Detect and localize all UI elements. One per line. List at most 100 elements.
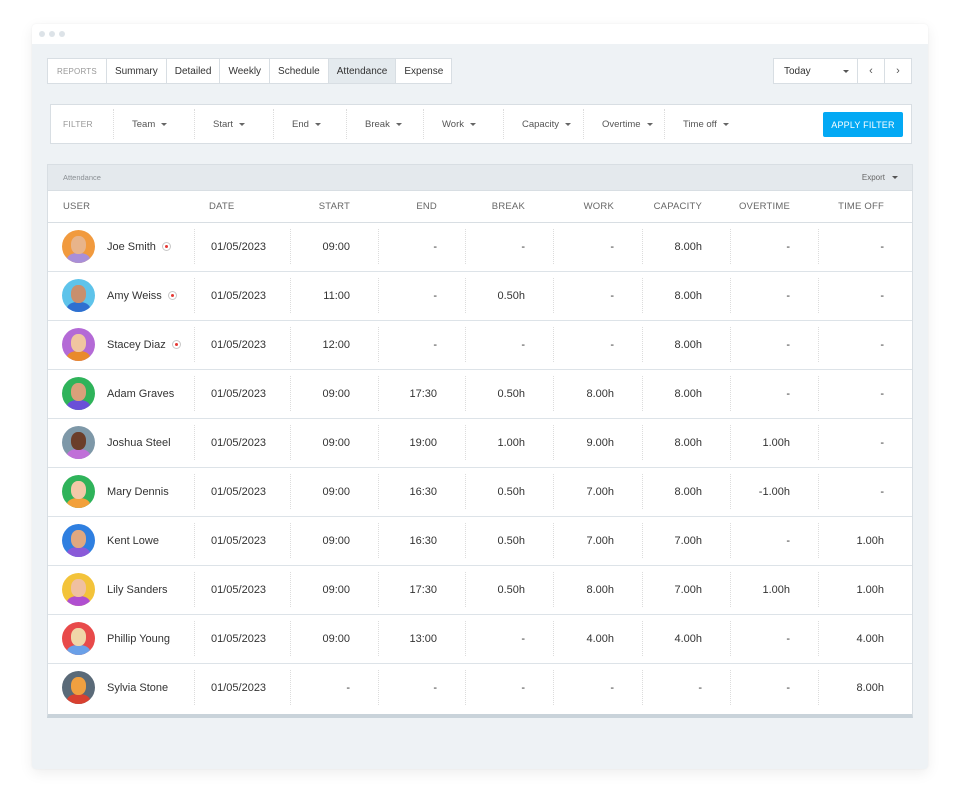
table-row[interactable]: Lily Sanders 01/05/2023 09:00 17:30 0.50h 8.… [48,565,912,615]
date-cell: 01/05/2023 [194,327,290,362]
user-name[interactable]: Joe Smith [107,241,171,253]
break-cell: 0.50h [465,376,553,411]
caret-down-icon [314,122,321,126]
user-name[interactable]: Adam Graves [107,388,174,400]
user-cell: Joshua Steel [48,425,194,460]
chevron-right-icon: › [896,65,900,77]
table-row[interactable]: Amy Weiss 01/05/2023 11:00-0.50h -8.00h - - [48,271,912,321]
date-cell: 01/05/2023 [194,523,290,558]
column-header-capacity[interactable]: CAPACITY [642,191,730,223]
card-header: Attendance Export [48,165,912,191]
tab-summary[interactable]: Summary [105,59,166,83]
user-name[interactable]: Joshua Steel [107,437,171,449]
time-off-cell: - [818,425,912,460]
column-header-start[interactable]: START [290,191,378,223]
capacity-cell: 8.00h [642,327,730,362]
caret-down-icon [564,122,571,126]
work-cell: 4.00h [553,621,642,656]
overtime-cell: -1.00h [730,474,818,509]
tab-schedule[interactable]: Schedule [269,59,328,83]
tab-attendance[interactable]: Attendance [327,59,396,83]
user-name[interactable]: Lily Sanders [107,584,168,596]
avatar-face-shape [71,285,86,303]
end-cell: - [378,278,465,313]
filter-work[interactable]: Work [423,109,503,139]
user-cell: Stacey Diaz [48,327,194,362]
avatar [62,230,95,263]
column-header-work[interactable]: WORK [553,191,642,223]
user-cell: Lily Sanders [48,572,194,607]
time-off-cell: 4.00h [818,621,912,656]
tab-detailed[interactable]: Detailed [165,59,220,83]
work-cell: 8.00h [553,376,642,411]
avatar-body-shape [67,449,90,459]
filter-time-off[interactable]: Time off [664,109,754,139]
avatar-face-shape [71,579,86,597]
break-cell: - [465,327,553,362]
column-header-break[interactable]: BREAK [465,191,553,223]
filter-work-label: Work [442,118,464,130]
user-name[interactable]: Amy Weiss [107,290,177,302]
break-cell: 0.50h [465,278,553,313]
next-period-button[interactable]: › [884,59,911,83]
table-row[interactable]: Phillip Young 01/05/2023 09:00 13:00-4.00h… [48,614,912,664]
user-name-text: Joshua Steel [107,436,171,449]
previous-period-button[interactable]: ‹ [857,59,884,83]
avatar [62,671,95,705]
time-off-cell: - [818,376,912,411]
table-row[interactable]: Sylvia Stone 01/05/2023- - - - - -8.00h [48,663,912,712]
user-name[interactable]: Stacey Diaz [107,339,181,351]
user-name[interactable]: Phillip Young [107,633,170,645]
recording-indicator-icon [161,242,171,252]
table-row[interactable]: Stacey Diaz 01/05/2023 12:00- - -8.00h - - [48,320,912,370]
time-off-cell: - [818,474,912,509]
time-off-cell: 8.00h [818,670,912,706]
user-cell: Joe Smith [48,229,194,264]
attendance-table: USER DATE START END BREAK WORK CAPACITY … [48,191,912,712]
user-name[interactable]: Kent Lowe [107,535,159,547]
overtime-cell: - [730,376,818,411]
work-cell: 7.00h [553,523,642,558]
break-cell: 1.00h [465,425,553,460]
user-name-text: Stacey Diaz [107,338,166,351]
avatar-face-shape [71,677,86,696]
break-cell: - [465,670,553,706]
user-cell: Phillip Young [48,621,194,656]
column-header-date[interactable]: DATE [194,191,290,223]
table-row[interactable]: Joshua Steel 01/05/2023 09:00 19:00 1.00h 9.… [48,418,912,468]
user-name[interactable]: Sylvia Stone [107,682,168,694]
user-name[interactable]: Mary Dennis [107,486,169,498]
app-window: REPORTS Summary Detailed Weekly Schedule… [32,24,928,769]
column-header-user[interactable]: USER [48,191,194,223]
capacity-cell: 8.00h [642,425,730,460]
filter-team[interactable]: Team [113,109,194,139]
tab-expense[interactable]: Expense [395,59,451,83]
column-header-time-off[interactable]: TIME OFF [818,191,912,223]
filter-break[interactable]: Break [346,109,423,139]
filter-capacity[interactable]: Capacity [503,109,583,139]
avatar [62,524,95,557]
start-cell: 12:00 [290,327,378,362]
export-button[interactable]: Export [862,173,898,182]
date-cell: 01/05/2023 [194,474,290,509]
table-row[interactable]: Joe Smith 01/05/2023 09:00- - -8.00h - - [48,222,912,272]
tab-weekly[interactable]: Weekly [219,59,269,83]
start-cell: 09:00 [290,621,378,656]
end-cell: 16:30 [378,523,465,558]
capacity-cell: 7.00h [642,572,730,607]
filter-overtime[interactable]: Overtime [583,109,664,139]
filter-start[interactable]: Start [194,109,273,139]
apply-filter-button[interactable]: APPLY FILTER [823,112,903,137]
capacity-cell: 4.00h [642,621,730,656]
table-row[interactable]: Mary Dennis 01/05/2023 09:00 16:30 0.50h 7.0… [48,467,912,517]
time-off-cell: - [818,229,912,264]
filter-end[interactable]: End [273,109,346,139]
table-row[interactable]: Kent Lowe 01/05/2023 09:00 16:30 0.50h 7.00h… [48,516,912,566]
table-row[interactable]: Adam Graves 01/05/2023 09:00 17:30 0.50h 8.0… [48,369,912,419]
column-header-overtime[interactable]: OVERTIME [730,191,818,223]
avatar-body-shape [67,596,90,606]
filter-label: FILTER [63,119,93,129]
date-range-select[interactable]: Today [774,59,857,83]
column-header-end[interactable]: END [378,191,465,223]
date-cell: 01/05/2023 [194,278,290,313]
